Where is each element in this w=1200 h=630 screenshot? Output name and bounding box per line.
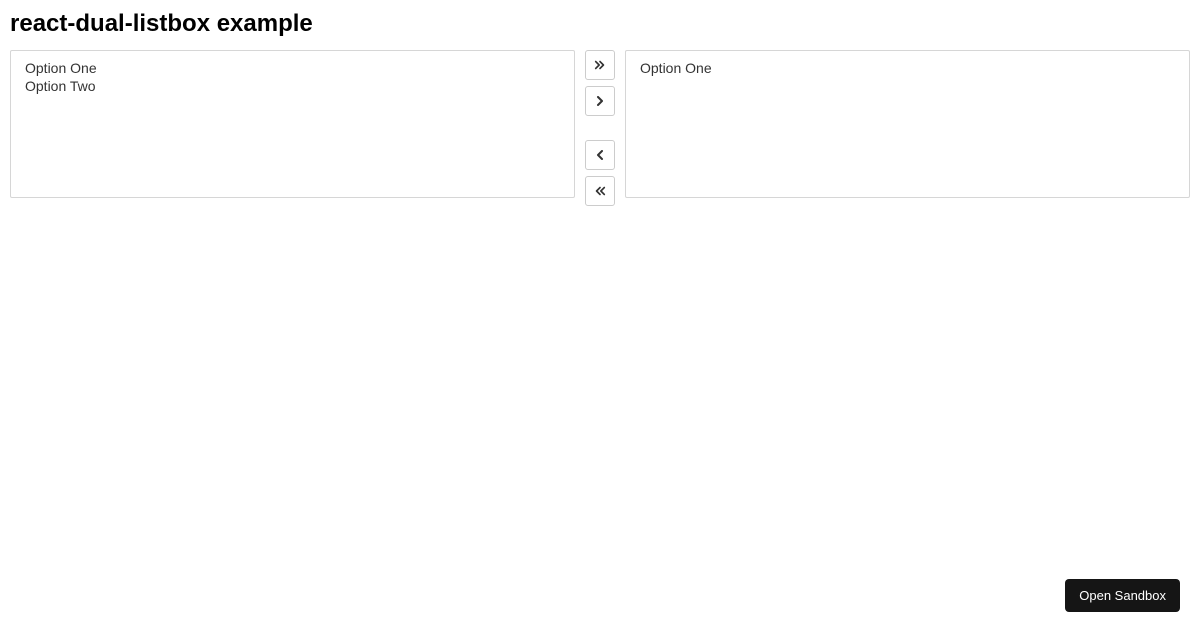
move-right-button[interactable] [585, 86, 615, 116]
selected-option[interactable]: Option One [640, 59, 1175, 77]
move-left-button[interactable] [585, 140, 615, 170]
available-listbox[interactable]: Option One Option Two [10, 50, 575, 198]
action-column [585, 50, 615, 206]
chevron-left-icon [595, 148, 605, 163]
page-title: react-dual-listbox example [10, 10, 1190, 38]
move-all-right-button[interactable] [585, 50, 615, 80]
available-option[interactable]: Option Two [25, 77, 560, 95]
available-option[interactable]: Option One [25, 59, 560, 77]
selected-listbox[interactable]: Option One [625, 50, 1190, 198]
chevron-double-left-icon [594, 184, 606, 199]
move-all-left-button[interactable] [585, 176, 615, 206]
dual-listbox: Option One Option Two [10, 50, 1190, 206]
chevron-right-icon [595, 94, 605, 109]
open-sandbox-button[interactable]: Open Sandbox [1065, 579, 1180, 612]
chevron-double-right-icon [594, 58, 606, 73]
